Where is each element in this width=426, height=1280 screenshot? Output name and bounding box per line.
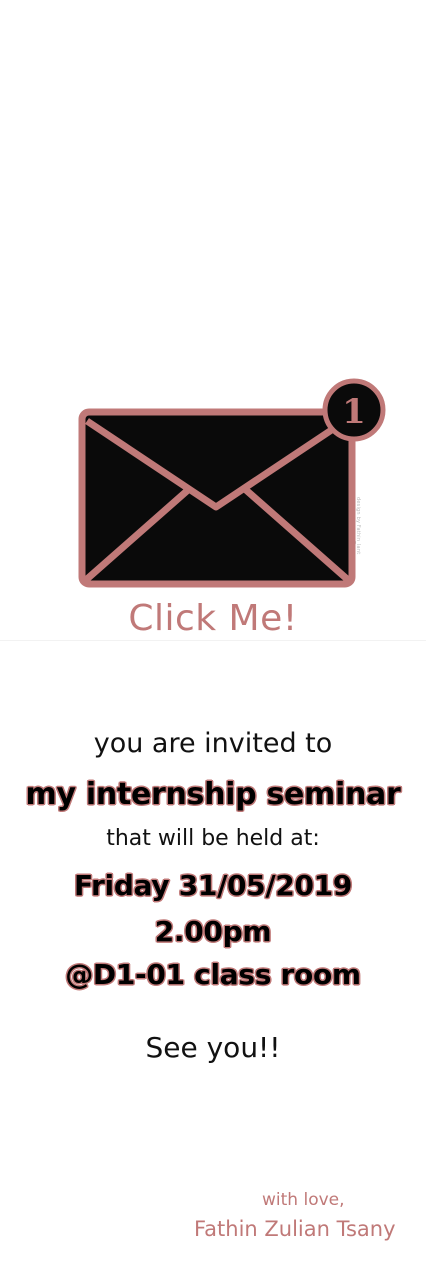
click-me-button[interactable]: Click Me! (0, 598, 426, 639)
envelope-icon[interactable]: 1 (78, 378, 390, 590)
notification-badge-count: 1 (342, 392, 366, 432)
designer-watermark: design by Fathin_lant (355, 497, 367, 583)
closing-text: See you!! (145, 1031, 281, 1064)
watermark-text: design by Fathin_lant (355, 497, 361, 555)
seminar-title: my internship seminar (25, 777, 401, 812)
invitation-intro: you are invited to (93, 728, 333, 759)
seminar-place: @D1-01 class room (65, 958, 361, 991)
section-divider (0, 640, 426, 641)
invitation-location-intro: that will be held at: (106, 826, 320, 851)
signature-name: Fathin Zulian Tsany (194, 1217, 396, 1241)
envelope-body (78, 408, 356, 588)
seminar-date: Friday 31/05/2019 (73, 869, 353, 902)
sign-off: with love, (262, 1190, 345, 1210)
seminar-time: 2.00pm (154, 915, 272, 948)
